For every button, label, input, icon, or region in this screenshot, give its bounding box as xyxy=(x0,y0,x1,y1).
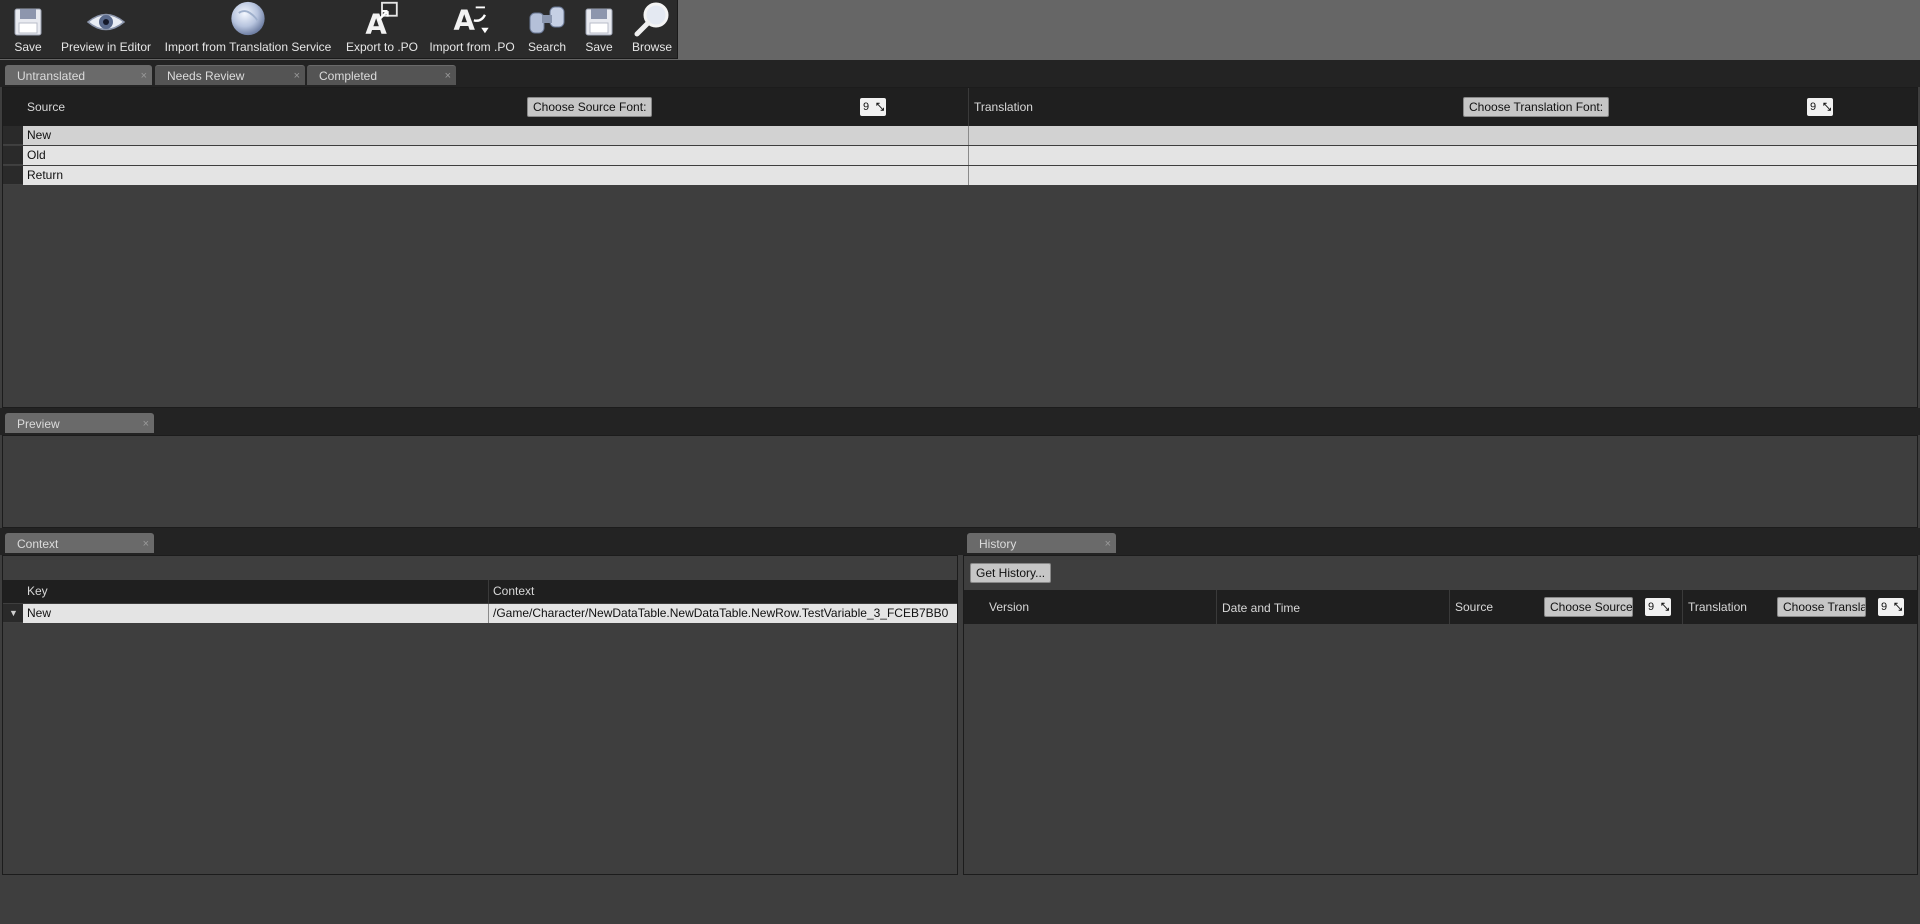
row-handle[interactable] xyxy=(3,166,23,185)
floppy-disk-icon xyxy=(585,8,613,36)
translation-cell[interactable] xyxy=(969,126,1917,145)
context-cell: /Game/Character/NewDataTable.NewDataTabl… xyxy=(493,606,949,620)
translation-cell[interactable] xyxy=(969,166,1917,185)
tab-preview[interactable]: Preview × xyxy=(5,413,154,433)
export-po-icon: A xyxy=(365,1,398,37)
tab-needs-review-label: Needs Review xyxy=(167,69,245,83)
translation-column-header: Translation xyxy=(974,100,1033,114)
tab-untranslated[interactable]: Untranslated × xyxy=(5,65,152,85)
row-expand-handle[interactable]: ▼ xyxy=(3,604,23,623)
history-source-font-size-stepper[interactable]: 9 ⤡ xyxy=(1645,598,1671,616)
save-button[interactable]: Save xyxy=(8,0,48,59)
resize-icon: ⤡ xyxy=(1823,102,1831,113)
chevron-down-icon: ▼ xyxy=(9,608,18,618)
source-cell: Old xyxy=(27,148,46,162)
tab-history-label: History xyxy=(979,537,1017,551)
tab-completed[interactable]: Completed × xyxy=(307,65,456,85)
export-to-po-label: Export to .PO xyxy=(345,40,419,54)
globe-icon xyxy=(231,1,265,36)
source-column-header: Source xyxy=(27,100,66,114)
translation-font-size-stepper[interactable]: 9 ⤡ xyxy=(1807,98,1833,116)
translation-table-header: Source Choose Source Font: 9 ⤡ Translati… xyxy=(3,88,1917,126)
tab-needs-review[interactable]: Needs Review × xyxy=(155,65,305,85)
close-icon[interactable]: × xyxy=(1105,534,1111,554)
save-label: Save xyxy=(14,40,42,54)
context-panel xyxy=(2,555,958,875)
column-divider xyxy=(1682,590,1683,624)
translation-font-size-value: 9 xyxy=(1810,101,1817,113)
source-cell: New xyxy=(27,128,52,142)
context-column-header: Context xyxy=(493,584,535,598)
table-row[interactable]: Old xyxy=(3,146,1917,165)
browse-button[interactable]: Browse xyxy=(628,0,676,59)
tab-context[interactable]: Context × xyxy=(5,533,154,553)
table-row[interactable]: New xyxy=(3,126,1917,145)
preview-in-editor-label: Preview in Editor xyxy=(60,40,152,54)
row-handle[interactable] xyxy=(3,126,23,145)
tab-context-label: Context xyxy=(17,537,59,551)
search-label: Search xyxy=(527,40,567,54)
get-history-button[interactable]: Get History... xyxy=(970,563,1052,583)
floppy-disk-icon xyxy=(14,8,42,36)
context-table-header: Key Context xyxy=(3,580,957,603)
browse-label: Browse xyxy=(631,40,672,54)
close-icon[interactable]: × xyxy=(445,66,451,86)
version-column-header: Version xyxy=(989,600,1030,614)
history-translation-font-size-value: 9 xyxy=(1881,601,1888,613)
preview-panel xyxy=(2,435,1918,528)
tab-preview-label: Preview xyxy=(17,417,60,431)
import-translation-service-label: Import from Translation Service xyxy=(164,40,332,54)
svg-text:A: A xyxy=(454,4,476,37)
table-row[interactable]: Return xyxy=(3,166,1917,185)
close-icon[interactable]: × xyxy=(141,66,147,86)
key-cell: New xyxy=(27,606,52,620)
history-source-column-header: Source xyxy=(1455,600,1494,614)
source-font-size-stepper[interactable]: 9 ⤡ xyxy=(860,98,886,116)
history-translation-font-size-stepper[interactable]: 9 ⤡ xyxy=(1878,598,1904,616)
resize-icon: ⤡ xyxy=(1894,602,1902,613)
import-from-po-button[interactable]: A Import from .PO xyxy=(428,0,516,59)
table-row[interactable]: ▼ New /Game/Character/NewDataTable.NewDa… xyxy=(3,604,957,623)
close-icon[interactable]: × xyxy=(143,414,149,434)
save-button-2[interactable]: Save xyxy=(579,0,619,59)
import-from-po-label: Import from .PO xyxy=(429,40,515,54)
search-button[interactable]: Search xyxy=(524,0,570,59)
save-label-2: Save xyxy=(585,40,613,54)
preview-in-editor-button[interactable]: Preview in Editor xyxy=(58,0,154,59)
source-font-size-value: 9 xyxy=(863,101,870,113)
translation-cell[interactable] xyxy=(969,146,1917,165)
history-translation-column-header: Translation xyxy=(1688,600,1747,614)
toolbar: Save Preview in Editor Import from Trans… xyxy=(0,0,678,59)
source-cell: Return xyxy=(27,168,64,182)
choose-translation-font-button[interactable]: Choose Translation Font: xyxy=(1463,97,1610,117)
magnifier-icon xyxy=(634,2,669,37)
key-column-header: Key xyxy=(27,584,48,598)
history-choose-translation-font-button[interactable]: Choose Translation Font: xyxy=(1777,597,1866,617)
binoculars-icon xyxy=(529,6,565,34)
import-from-translation-service-button[interactable]: Import from Translation Service xyxy=(163,0,333,59)
tab-untranslated-label: Untranslated xyxy=(17,69,86,83)
tab-completed-label: Completed xyxy=(319,69,378,83)
history-source-font-size-value: 9 xyxy=(1648,601,1655,613)
column-divider xyxy=(968,88,969,126)
date-time-column-header: Date and Time xyxy=(1222,601,1301,615)
resize-icon: ⤡ xyxy=(1661,602,1669,613)
column-divider xyxy=(1449,590,1450,624)
tab-history[interactable]: History × xyxy=(967,533,1116,553)
export-to-po-button[interactable]: A Export to .PO xyxy=(342,0,422,59)
row-handle[interactable] xyxy=(3,146,23,165)
history-choose-source-font-button[interactable]: Choose Source Font: xyxy=(1544,597,1633,617)
close-icon[interactable]: × xyxy=(143,534,149,554)
history-table-header: Version Date and Time Source Choose Sour… xyxy=(964,590,1917,624)
resize-icon: ⤡ xyxy=(876,102,884,113)
import-po-icon: A xyxy=(454,4,489,37)
choose-source-font-button[interactable]: Choose Source Font: xyxy=(527,97,653,117)
preview-tab-strip xyxy=(0,408,1920,435)
close-icon[interactable]: × xyxy=(294,66,300,86)
column-divider xyxy=(1216,590,1217,624)
eye-icon xyxy=(86,13,126,31)
column-divider xyxy=(488,580,489,603)
